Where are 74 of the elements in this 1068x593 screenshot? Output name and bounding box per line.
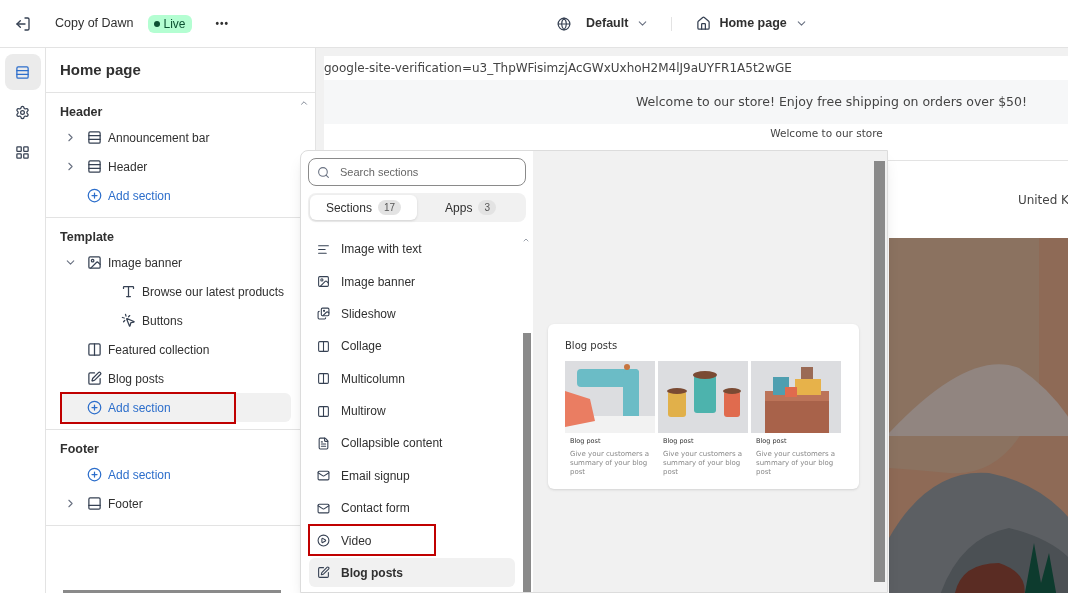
settings-icon: [15, 104, 30, 120]
scroll-up-icon[interactable]: [522, 236, 530, 244]
tree-item[interactable]: Blog posts: [108, 369, 165, 388]
columns-icon: [317, 339, 330, 353]
section-option[interactable]: Multirow: [309, 396, 515, 426]
document-icon: [317, 436, 330, 450]
home-icon: [696, 16, 712, 31]
tab[interactable]: Apps 3: [417, 195, 524, 220]
mail-icon: [317, 469, 330, 483]
section-option[interactable]: Image banner: [309, 267, 515, 297]
tree-item[interactable]: Header: [108, 157, 148, 176]
tree-item[interactable]: Announcement bar: [108, 128, 210, 147]
globe-icon: [557, 16, 571, 31]
tree-item[interactable]: Buttons: [142, 311, 183, 330]
images-icon: [317, 307, 330, 321]
theme-name: Copy of Dawn: [55, 15, 134, 33]
section-option[interactable]: Multicolumn: [309, 364, 515, 394]
locale-dropdown[interactable]: Default: [586, 14, 650, 33]
group-heading: Template: [60, 229, 115, 246]
add-section-link[interactable]: Add section: [108, 398, 171, 417]
store-heading: Welcome to our store: [770, 126, 883, 141]
section-option[interactable]: Collage: [309, 331, 515, 361]
footer-icon: [87, 496, 102, 511]
section-option[interactable]: Video: [309, 526, 515, 556]
add-section-link[interactable]: Add section: [108, 186, 171, 205]
tree-item[interactable]: Browse our latest products: [142, 282, 285, 301]
mail-icon: [317, 501, 330, 515]
section-option[interactable]: Collapsible content: [309, 428, 515, 458]
rail-button[interactable]: [4, 54, 41, 90]
status-badge: Live: [147, 14, 192, 33]
scroll-bar[interactable]: [874, 161, 885, 582]
text-icon: [121, 284, 136, 299]
verification-text: google-site-verification=u3_ThpWFisimzjAcGWxUxhoH2M4lJ9aUYFR1A5t2wGE: [324, 60, 793, 77]
tree-item[interactable]: Image banner: [108, 253, 183, 272]
search-field[interactable]: Search sections: [340, 163, 490, 181]
scroll-up-icon[interactable]: [299, 98, 309, 108]
card-title: Blog posts: [565, 339, 619, 353]
section-option[interactable]: Slideshow: [309, 299, 515, 329]
search-box[interactable]: Search sections: [308, 158, 526, 186]
panel-title: Home page: [60, 59, 141, 80]
more-button[interactable]: •••: [215, 16, 230, 31]
section-option[interactable]: Blog posts: [309, 558, 515, 588]
search-icon: [317, 165, 330, 179]
plus-circle-icon: [87, 400, 102, 415]
section-option[interactable]: Email signup: [309, 461, 515, 491]
tree-item[interactable]: Featured collection: [108, 340, 210, 359]
tab[interactable]: Sections 17: [310, 195, 417, 220]
tree-item[interactable]: Footer: [108, 494, 143, 513]
sections-icon: [15, 64, 30, 80]
section-option[interactable]: Image with text: [309, 234, 515, 264]
page-dropdown[interactable]: Home page: [719, 14, 808, 33]
pointer-icon: [121, 313, 136, 328]
exit-icon[interactable]: [15, 15, 31, 32]
image-text-icon: [317, 242, 330, 256]
group-heading: Footer: [60, 441, 100, 458]
scroll-bar[interactable]: [63, 590, 281, 593]
announcement-bar: Welcome to our store! Enjoy free shipping on orders over $50!: [324, 80, 1068, 124]
play-icon: [317, 534, 330, 548]
edit-icon: [87, 371, 102, 386]
group-heading: Header: [60, 104, 104, 121]
plus-circle-icon: [87, 467, 102, 482]
apps-icon: [15, 144, 30, 160]
rows-icon: [87, 130, 102, 145]
columns-icon: [317, 404, 330, 418]
section-option[interactable]: Contact form: [309, 493, 515, 523]
image-icon: [87, 255, 102, 270]
add-section-link[interactable]: Add section: [108, 465, 171, 484]
scroll-bar[interactable]: [523, 333, 531, 592]
columns-icon: [317, 372, 330, 386]
columns-icon: [87, 342, 102, 357]
image-icon: [317, 275, 330, 289]
edit-icon: [317, 566, 330, 580]
plus-circle-icon: [87, 188, 102, 203]
rows-icon: [87, 159, 102, 174]
